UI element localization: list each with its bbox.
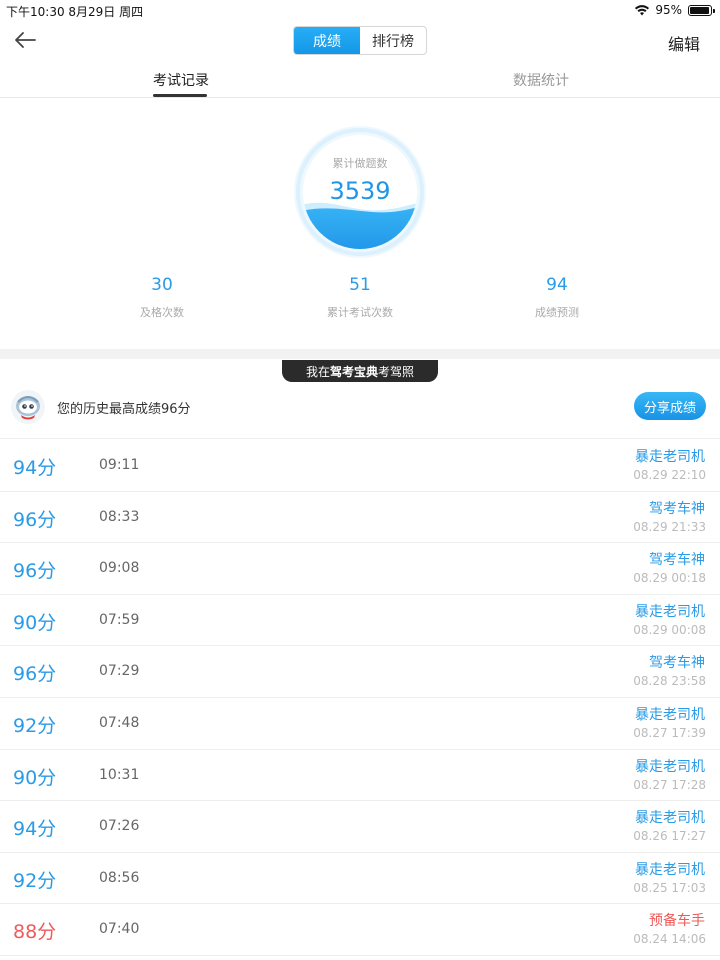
record-date: 08.29 00:18 [633,571,706,586]
record-score: 94分 [13,818,57,841]
exam-record-row[interactable]: 90分 10:31 暴走老司机 08.27 17:28 [0,750,720,802]
record-duration: 08:56 [99,869,140,886]
record-duration: 07:40 [99,921,140,938]
edit-button[interactable]: 编辑 [668,31,700,55]
record-title: 暴走老司机 [635,706,705,723]
record-title: 暴走老司机 [635,861,705,878]
record-duration: 10:31 [99,766,140,783]
banner-brand: 驾考宝典 [329,364,378,379]
circle-label: 累计做题数 [332,157,388,170]
record-date: 08.29 00:08 [633,622,706,637]
record-date: 08.25 17:03 [633,880,706,895]
stat-value: 94 [546,275,568,295]
stat-exam-count: 51 累计考试次数 [290,275,430,320]
stat-label: 累计考试次数 [327,306,393,319]
battery-fill [690,6,709,14]
stat-label: 及格次数 [140,306,184,319]
record-title: 暴走老司机 [635,810,705,827]
record-title: 预备车手 [649,913,705,930]
segment-scores[interactable]: 成绩 [294,27,360,54]
record-score: 92分 [13,714,57,737]
record-duration: 07:26 [99,818,140,835]
exam-record-row[interactable]: 90分 07:59 暴走老司机 08.29 00:08 [0,595,720,647]
record-duration: 08:33 [99,508,140,525]
exam-record-row[interactable]: 96分 07:29 驾考车神 08.28 23:58 [0,646,720,698]
record-title: 驾考车神 [649,655,705,672]
segment-control: 成绩 排行榜 [293,26,427,55]
share-score-button[interactable]: 分享成绩 [634,392,706,420]
record-date: 08.24 14:06 [633,932,706,947]
record-title: 暴走老司机 [635,758,705,775]
record-duration: 09:08 [99,560,140,577]
best-score-row: 您的历史最高成绩96分 分享成绩 [0,383,720,439]
status-bar: 下午10:30 8月29日 周四 95% [0,0,720,20]
record-title: 暴走老司机 [635,603,705,620]
record-score: 88分 [13,921,57,944]
record-score: 92分 [13,869,57,892]
exam-record-list: 94分 09:11 暴走老司机 08.29 22:10 96分 08:33 驾考车神 08.2… [0,440,720,956]
segment-ranking[interactable]: 排行榜 [360,27,426,54]
tab-data-stats[interactable]: 数据统计 [513,70,569,90]
record-duration: 07:59 [99,611,140,628]
total-questions-value: 3539 [329,177,391,205]
exam-record-row[interactable]: 94分 09:11 暴走老司机 08.29 22:10 [0,440,720,492]
record-date: 08.27 17:39 [633,725,706,740]
record-duration: 09:11 [99,457,140,473]
record-duration: 07:48 [99,714,140,731]
stat-label: 成绩预测 [535,306,579,319]
exam-record-row[interactable]: 96分 09:08 驾考车神 08.29 00:18 [0,543,720,595]
record-date: 08.29 21:33 [633,519,706,534]
stat-pass-count: 30 及格次数 [92,275,232,320]
nav-bar: 成绩 排行榜 编辑 [0,22,720,60]
tab-exam-records[interactable]: 考试记录 [153,70,209,90]
banner-suffix: 考驾照 [378,364,415,379]
record-score: 90分 [13,766,57,789]
total-questions-circle: 累计做题数 3539 [292,124,428,260]
record-title: 暴走老司机 [635,449,705,465]
exam-record-row[interactable]: 88分 07:40 预备车手 08.24 14:06 [0,904,720,956]
banner-prefix: 我在 [305,364,330,379]
mascot-avatar [11,390,45,424]
record-title: 驾考车神 [649,552,705,569]
battery-percent: 95% [655,3,682,17]
record-date: 08.29 22:10 [633,468,706,482]
record-date: 08.28 23:58 [633,674,706,689]
tab-bar: 考试记录 数据统计 [0,62,720,98]
exam-record-row[interactable]: 92分 08:56 暴走老司机 08.25 17:03 [0,853,720,905]
exam-record-row[interactable]: 92分 07:48 暴走老司机 08.27 17:39 [0,698,720,750]
best-score-text: 您的历史最高成绩96分 [57,402,191,417]
stat-value: 30 [151,275,173,295]
stat-score-prediction: 94 成绩预测 [487,275,627,320]
wifi-icon [635,4,650,15]
exam-record-row[interactable]: 94分 07:26 暴走老司机 08.26 17:27 [0,801,720,853]
section-divider [0,349,720,359]
exam-record-row[interactable]: 96分 08:33 驾考车神 08.29 21:33 [0,492,720,544]
record-date: 08.27 17:28 [633,777,706,792]
record-score: 96分 [13,560,57,583]
record-score: 94分 [13,457,57,479]
record-score: 96分 [13,663,57,686]
record-date: 08.26 17:27 [633,829,706,844]
brand-banner: 我在 驾考宝典 考驾照 [282,360,438,382]
record-title: 驾考车神 [649,500,705,517]
status-time-date: 下午10:30 8月29日 周四 [6,5,144,19]
battery-icon [688,4,715,16]
status-right: 95% [635,3,715,17]
tab-active-indicator [153,94,207,97]
record-score: 90分 [13,611,57,634]
stat-value: 51 [349,275,371,295]
arrow-left-icon[interactable] [12,28,38,52]
record-score: 96分 [13,508,57,531]
record-duration: 07:29 [99,663,140,680]
